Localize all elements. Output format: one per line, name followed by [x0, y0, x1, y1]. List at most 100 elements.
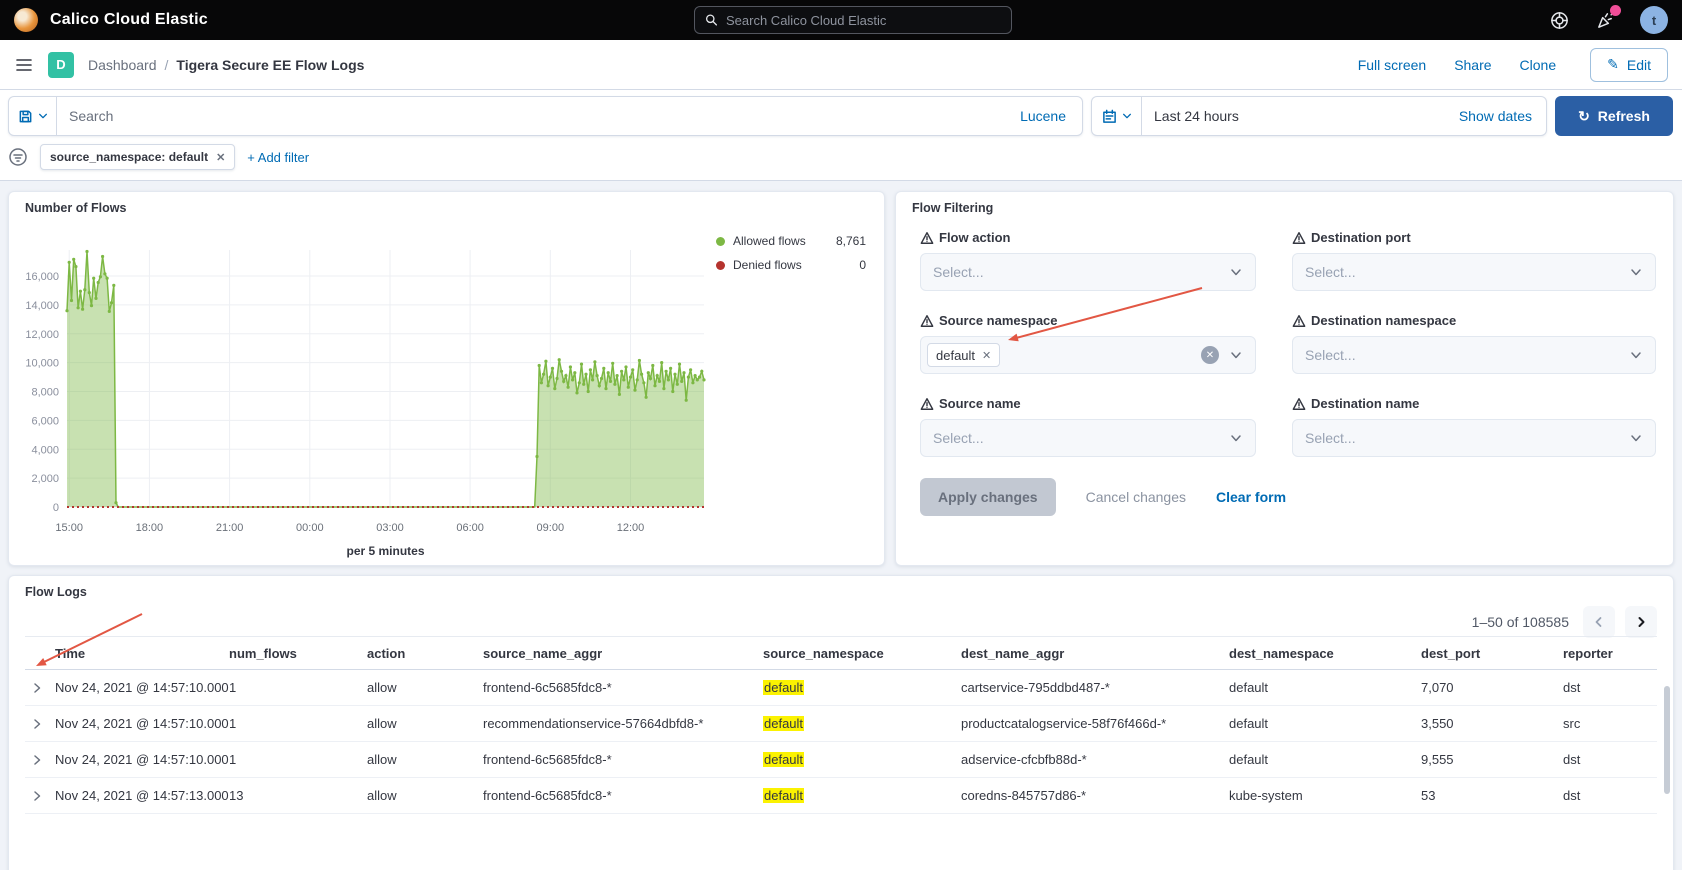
flow-logs-title: Flow Logs [25, 585, 87, 599]
destination-port-select[interactable]: Select... [1292, 253, 1656, 291]
column-header-dest-port[interactable]: dest_port [1421, 646, 1563, 661]
field-label: Destination name [1292, 396, 1656, 411]
svg-text:6,000: 6,000 [31, 415, 59, 427]
field-label: Destination namespace [1292, 313, 1656, 328]
destination-namespace-select[interactable]: Select... [1292, 336, 1656, 374]
expand-row-button[interactable] [25, 790, 55, 802]
query-search-input[interactable] [57, 108, 1004, 124]
cell-dest-port: 53 [1421, 788, 1563, 803]
menu-icon[interactable] [14, 55, 34, 75]
table-row: Nov 24, 2021 @ 14:57:10.000 1 allow fron… [25, 742, 1657, 778]
flow-action-select[interactable]: Select... [920, 253, 1256, 291]
clear-form-button[interactable]: Clear form [1216, 489, 1286, 505]
flow-logs-rows: Nov 24, 2021 @ 14:57:10.000 1 allow fron… [25, 670, 1657, 814]
column-header-reporter[interactable]: reporter [1563, 646, 1659, 661]
field-label-text: Source namespace [939, 313, 1058, 328]
refresh-button[interactable]: ↻ Refresh [1555, 96, 1673, 136]
edit-button[interactable]: ✎ Edit [1590, 48, 1668, 82]
cell-reporter: dst [1563, 788, 1659, 803]
remove-filter-icon[interactable]: ✕ [216, 151, 225, 164]
table-scrollbar-thumb[interactable] [1664, 686, 1670, 794]
field-destination-namespace: Destination namespace Select... [1292, 313, 1656, 374]
cell-source-name-aggr: frontend-6c5685fdc8-* [483, 752, 763, 767]
table-row: Nov 24, 2021 @ 14:57:13.000 13 allow fro… [25, 778, 1657, 814]
expand-row-button[interactable] [25, 754, 55, 766]
filter-options-icon[interactable] [8, 147, 28, 167]
user-avatar[interactable]: t [1640, 6, 1668, 34]
cell-reporter: src [1563, 716, 1659, 731]
global-search-input[interactable] [726, 13, 1001, 28]
full-screen-link[interactable]: Full screen [1358, 57, 1426, 73]
share-link[interactable]: Share [1454, 57, 1491, 73]
saved-query-menu-button[interactable] [9, 97, 57, 135]
field-destination-name: Destination name Select... [1292, 396, 1656, 457]
source-name-select[interactable]: Select... [920, 419, 1256, 457]
chevron-down-icon [1629, 348, 1643, 362]
query-bar: Lucene Last 24 hours Show dates ↻ Refres… [0, 90, 1682, 140]
cell-action: allow [367, 680, 483, 695]
svg-text:03:00: 03:00 [376, 522, 404, 534]
cell-num-flows: 13 [229, 788, 367, 803]
legend-item-denied[interactable]: Denied flows 0 [716, 258, 866, 272]
show-dates-button[interactable]: Show dates [1459, 108, 1546, 124]
destination-name-select[interactable]: Select... [1292, 419, 1656, 457]
tag-remove-icon[interactable]: ✕ [982, 349, 991, 362]
next-page-button[interactable] [1625, 606, 1657, 638]
cell-num-flows: 1 [229, 680, 367, 695]
column-header-source-namespace[interactable]: source_namespace [763, 646, 961, 661]
cell-source-namespace: default [763, 716, 961, 731]
breadcrumb-separator: / [165, 57, 169, 73]
expand-row-button[interactable] [25, 718, 55, 730]
pagination-range: 1–50 of 108585 [1472, 614, 1569, 630]
clear-selection-icon[interactable]: ✕ [1201, 346, 1219, 364]
column-header-action[interactable]: action [367, 646, 483, 661]
legend-value: 8,761 [836, 234, 866, 248]
column-header-dest-namespace[interactable]: dest_namespace [1229, 646, 1421, 661]
column-header-dest-name-aggr[interactable]: dest_name_aggr [961, 646, 1229, 661]
help-icon[interactable] [1548, 9, 1570, 31]
global-search[interactable] [694, 6, 1012, 34]
breadcrumb-dashboard[interactable]: Dashboard [88, 57, 157, 73]
column-header-time[interactable]: Time [55, 646, 229, 661]
source-namespace-tag-default[interactable]: default ✕ [927, 343, 1000, 367]
cancel-changes-button[interactable]: Cancel changes [1086, 489, 1186, 505]
cell-dest-namespace: default [1229, 752, 1421, 767]
pencil-icon: ✎ [1607, 56, 1619, 73]
column-header-source-name-aggr[interactable]: source_name_aggr [483, 646, 763, 661]
apply-changes-button[interactable]: Apply changes [920, 478, 1056, 516]
query-syntax-toggle[interactable]: Lucene [1004, 108, 1082, 124]
cell-dest-namespace: kube-system [1229, 788, 1421, 803]
flow-filtering-actions: Apply changes Cancel changes Clear form [920, 478, 1286, 516]
filter-pill-source-namespace[interactable]: source_namespace: default ✕ [40, 144, 235, 170]
warning-icon [920, 397, 934, 411]
tag-label: default [936, 348, 975, 363]
allowed-flows-dot-icon [716, 237, 725, 246]
cell-dest-port: 3,550 [1421, 716, 1563, 731]
cell-source-name-aggr: recommendationservice-57664dbfd8-* [483, 716, 763, 731]
field-destination-port: Destination port Select... [1292, 230, 1656, 291]
cell-dest-namespace: default [1229, 716, 1421, 731]
add-filter-button[interactable]: + Add filter [247, 150, 309, 165]
svg-text:09:00: 09:00 [537, 522, 565, 534]
news-party-icon[interactable] [1594, 9, 1616, 31]
chevron-down-icon [1229, 265, 1243, 279]
clone-link[interactable]: Clone [1520, 57, 1557, 73]
svg-text:12,000: 12,000 [25, 329, 59, 341]
select-placeholder: Select... [1305, 430, 1356, 446]
cell-dest-name-aggr: adservice-cfcbfb88d-* [961, 752, 1229, 767]
calendar-icon [1102, 109, 1117, 124]
field-label: Source name [920, 396, 1256, 411]
column-header-num-flows[interactable]: num_flows [229, 646, 367, 661]
source-namespace-select[interactable]: default ✕ ✕ [920, 336, 1256, 374]
refresh-icon: ↻ [1578, 108, 1590, 125]
chevron-down-icon [1229, 348, 1243, 362]
prev-page-button[interactable] [1583, 606, 1615, 638]
chevron-down-icon [1629, 431, 1643, 445]
time-range-value[interactable]: Last 24 hours [1142, 108, 1251, 124]
cell-source-name-aggr: frontend-6c5685fdc8-* [483, 680, 763, 695]
date-quick-select-button[interactable] [1092, 97, 1142, 135]
cell-action: allow [367, 752, 483, 767]
expand-row-button[interactable] [25, 682, 55, 694]
legend-item-allowed[interactable]: Allowed flows 8,761 [716, 234, 866, 248]
filter-bar: source_namespace: default ✕ + Add filter [0, 140, 1682, 181]
